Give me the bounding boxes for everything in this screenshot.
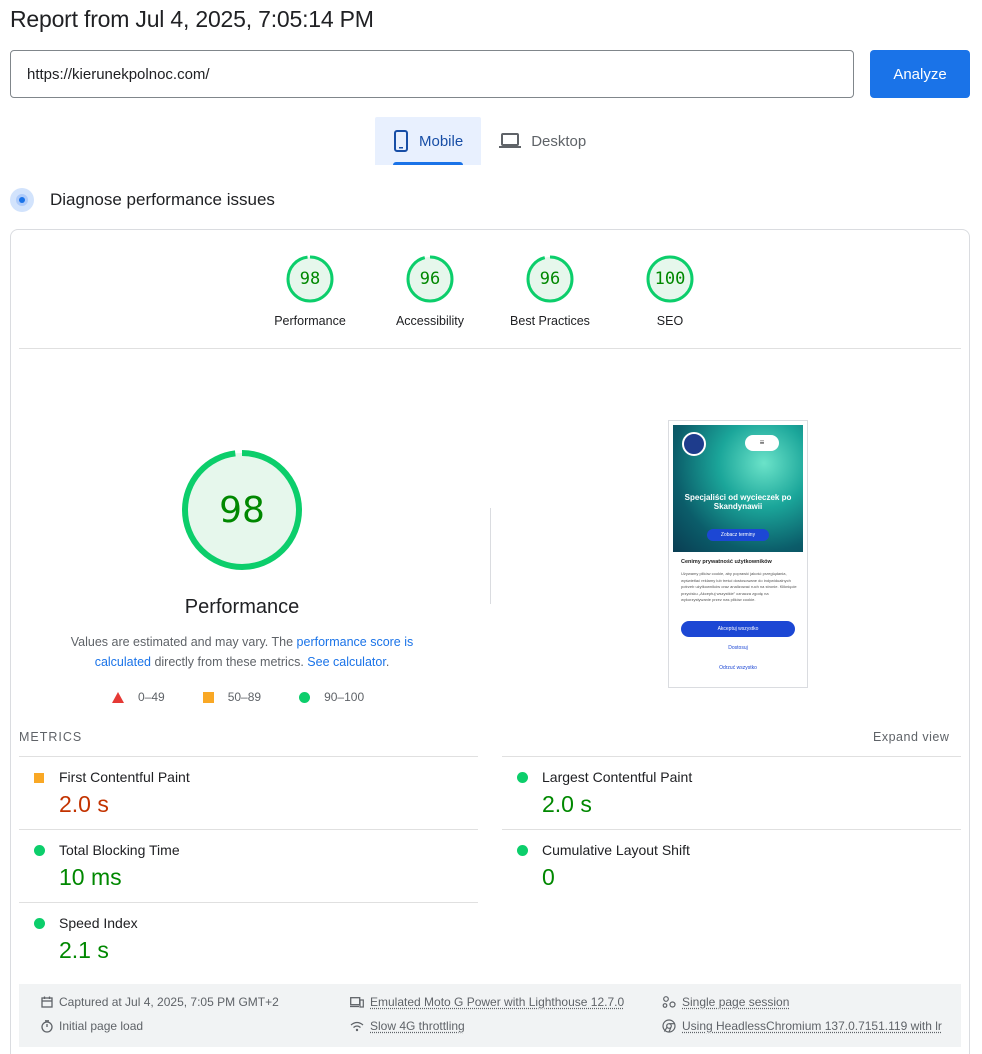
metric-value: 2.1 s	[59, 937, 109, 963]
menu-icon: ≡	[745, 435, 779, 451]
expand-view-button[interactable]: Expand view	[873, 730, 949, 744]
score-legend: 0–49 50–89 90–100	[112, 690, 402, 704]
square-icon	[202, 691, 214, 703]
circle-icon	[34, 918, 45, 929]
laptop-icon	[499, 133, 522, 148]
throttling-text: Slow 4G throttling	[370, 1019, 465, 1033]
gauge-score: 96	[419, 269, 441, 289]
footer-captured: Captured at Jul 4, 2025, 7:05 PM GMT+2	[41, 995, 279, 1009]
see-calculator-link[interactable]: See calculator	[307, 655, 386, 669]
device-text: Emulated Moto G Power with Lighthouse 12…	[370, 995, 625, 1009]
gauge-performance[interactable]: 98 Performance	[250, 254, 370, 328]
metric-name: Largest Contentful Paint	[542, 769, 693, 785]
metric-tbt: Total Blocking Time 10 ms	[19, 829, 478, 902]
phone-icon	[394, 130, 408, 152]
metric-value: 2.0 s	[542, 791, 592, 817]
metric-value: 10 ms	[59, 864, 122, 890]
circle-icon	[34, 845, 45, 856]
gauge-score: 96	[539, 269, 561, 289]
cookie-title: Cenimy prywatność użytkowników	[681, 559, 772, 565]
calendar-icon	[41, 996, 53, 1008]
square-icon	[34, 773, 44, 783]
metric-value: 2.0 s	[59, 791, 109, 817]
circle-icon	[299, 691, 311, 703]
legend-range: 50–89	[227, 690, 262, 704]
performance-title: Performance	[184, 596, 300, 618]
cookie-customize: Dostosuj	[728, 645, 748, 651]
final-screenshot[interactable]: ≡ Specjaliści od wycieczek po Skandynawi…	[668, 420, 808, 688]
footer-browser[interactable]: Using HeadlessChromium 137.0.7151.119 wi…	[662, 1019, 942, 1033]
metric-name: Speed Index	[59, 915, 138, 931]
cookie-text: Używamy plików cookie, aby poprawić jako…	[681, 571, 797, 602]
runtime-settings: Captured at Jul 4, 2025, 7:05 PM GMT+2 I…	[19, 984, 961, 1047]
footer-throttling[interactable]: Slow 4G throttling	[350, 1019, 465, 1033]
footer-session[interactable]: Single page session	[662, 995, 789, 1009]
triangle-icon	[112, 691, 124, 703]
desc-text: directly from these metrics.	[150, 655, 308, 669]
session-text: Single page session	[682, 995, 790, 1009]
metrics-header: METRICS	[19, 730, 83, 744]
cookie-reject: Odrzuć wszystko	[719, 665, 757, 671]
session-icon	[662, 996, 676, 1008]
desc-text: .	[385, 655, 390, 669]
report-title: Report from Jul 4, 2025, 7:05:14 PM	[10, 6, 374, 32]
metric-cls: Cumulative Layout Shift 0	[502, 829, 961, 902]
diagnose-title: Diagnose performance issues	[50, 190, 275, 209]
gauge-accessibility[interactable]: 96 Accessibility	[370, 254, 490, 328]
screenshot-headline: Specjaliści od wycieczek po Skandynawii	[684, 493, 792, 511]
tab-mobile[interactable]: Mobile	[375, 117, 482, 165]
legend-fail: 0–49	[112, 690, 165, 704]
gauge-label: SEO	[656, 314, 684, 328]
gauge-seo[interactable]: 100 SEO	[610, 254, 730, 328]
divider	[19, 348, 961, 349]
circle-icon	[517, 772, 528, 783]
metric-name: Total Blocking Time	[59, 842, 180, 858]
browser-text: Using HeadlessChromium 137.0.7151.119 wi…	[682, 1019, 942, 1033]
metric-lcp: Largest Contentful Paint 2.0 s	[502, 756, 961, 829]
legend-average: 50–89	[202, 690, 262, 704]
gauge-score: 100	[654, 269, 686, 289]
cookie-accept: Akceptuj wszystko	[681, 621, 795, 637]
gauge-score: 98	[299, 269, 321, 289]
performance-description: Values are estimated and may vary. The p…	[62, 632, 422, 672]
devices-icon	[350, 996, 364, 1008]
circle-icon	[517, 845, 528, 856]
gauge-label: Accessibility	[395, 314, 465, 328]
category-gauges: 98 Performance 96 Accessibility 96 Best …	[250, 254, 730, 328]
vertical-separator	[490, 508, 491, 604]
gauge-label: Performance	[274, 314, 346, 328]
url-input[interactable]	[10, 50, 854, 98]
tab-desktop[interactable]: Desktop	[481, 117, 604, 165]
diagnose-icon	[10, 188, 34, 212]
site-logo	[682, 432, 706, 456]
metric-fcp: First Contentful Paint 2.0 s	[19, 756, 478, 829]
metric-name: Cumulative Layout Shift	[542, 842, 690, 858]
captured-text: Captured at Jul 4, 2025, 7:05 PM GMT+2	[59, 995, 279, 1009]
metric-si: Speed Index 2.1 s	[19, 902, 478, 975]
legend-range: 0–49	[138, 690, 165, 704]
metric-value: 0	[542, 864, 555, 890]
performance-score: 98	[219, 489, 265, 531]
desc-text: Values are estimated and may vary. The	[70, 635, 297, 649]
metric-name: First Contentful Paint	[59, 769, 190, 785]
tab-mobile-label: Mobile	[419, 132, 464, 150]
legend-pass: 90–100	[299, 690, 364, 704]
gauge-label: Best Practices	[510, 314, 590, 328]
wifi-icon	[350, 1021, 364, 1031]
analyze-button[interactable]: Analyze	[870, 50, 970, 98]
footer-device[interactable]: Emulated Moto G Power with Lighthouse 12…	[350, 995, 624, 1009]
device-tabs: Mobile Desktop	[375, 117, 604, 165]
screenshot-cta: Zobacz terminy	[707, 529, 769, 541]
screenshot-hero: ≡ Specjaliści od wycieczek po Skandynawi…	[673, 425, 803, 552]
load-text: Initial page load	[59, 1019, 144, 1033]
footer-load: Initial page load	[41, 1019, 143, 1033]
timer-icon	[41, 1019, 53, 1033]
tab-desktop-label: Desktop	[531, 132, 587, 150]
diagnose-section-header: Diagnose performance issues	[10, 186, 275, 214]
legend-range: 90–100	[324, 690, 365, 704]
chrome-icon	[662, 1019, 676, 1033]
gauge-best-practices[interactable]: 96 Best Practices	[490, 254, 610, 328]
